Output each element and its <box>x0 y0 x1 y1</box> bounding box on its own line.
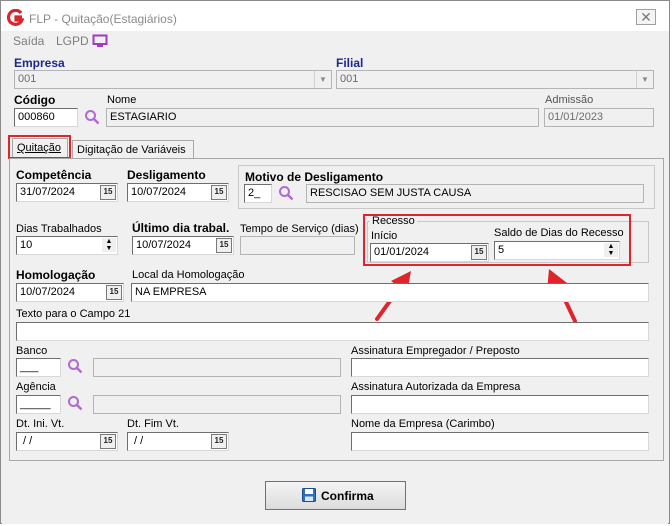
dias-trabalhados-field[interactable]: 10 ▲ ▼ <box>16 236 118 255</box>
local-homologacao-label: Local da Homologação <box>132 269 245 281</box>
search-icon[interactable] <box>67 395 83 411</box>
ultimo-dia-value: 10/07/2024 <box>136 239 192 251</box>
banco-value: ___ <box>20 361 39 373</box>
motivo-code-value: 2_ <box>248 187 261 199</box>
filial-combo[interactable]: 001 ▼ <box>336 70 654 89</box>
nome-empresa-carimbo-field[interactable] <box>351 432 649 451</box>
calendar-icon[interactable]: 15 <box>211 185 227 200</box>
calendar-icon[interactable]: 15 <box>100 434 116 449</box>
competencia-label: Competência <box>16 168 92 182</box>
empresa-label: Empresa <box>14 56 65 70</box>
empresa-value: 001 <box>18 73 37 85</box>
agencia-field[interactable]: _____ <box>16 395 61 414</box>
dt-fim-vt-value: / / <box>131 435 144 447</box>
dt-fim-vt-field[interactable]: / / 15 <box>127 432 229 451</box>
competencia-value: 31/07/2024 <box>20 186 76 198</box>
filial-label: Filial <box>336 56 364 70</box>
codigo-value: 000860 <box>18 111 55 123</box>
nome-value: ESTAGIARIO <box>110 111 177 123</box>
ultimo-dia-label: Último dia trabal. <box>132 221 230 235</box>
local-homologacao-value: NA EMPRESA <box>135 286 207 298</box>
agencia-desc-field <box>93 395 341 414</box>
dias-trabalhados-label: Dias Trabalhados <box>16 223 102 235</box>
nome-label: Nome <box>107 94 137 106</box>
floppy-icon <box>302 488 316 502</box>
spinner[interactable]: ▲ ▼ <box>102 238 116 253</box>
calendar-icon[interactable]: 15 <box>100 185 116 200</box>
menu-item-lgpd[interactable]: LGPD <box>56 34 89 48</box>
tab-digitacao-label: Digitação de Variáveis <box>77 144 186 156</box>
texto-campo21-field[interactable] <box>16 322 649 341</box>
filial-value: 001 <box>340 73 359 85</box>
spin-down-icon[interactable]: ▼ <box>102 245 116 252</box>
homologacao-field[interactable]: 10/07/2024 15 <box>16 283 124 302</box>
ass-autorizada-field[interactable] <box>351 395 649 414</box>
dt-ini-vt-field[interactable]: / / 15 <box>16 432 118 451</box>
tempo-servico-field <box>240 236 355 255</box>
confirma-button[interactable]: Confirma <box>265 481 406 510</box>
desligamento-value: 10/07/2024 <box>131 186 187 198</box>
spin-up-icon[interactable]: ▲ <box>102 238 116 245</box>
ultimo-dia-field[interactable]: 10/07/2024 15 <box>132 236 234 255</box>
chevron-down-icon[interactable]: ▼ <box>636 71 653 88</box>
dt-fim-vt-label: Dt. Fim Vt. <box>127 418 179 430</box>
calendar-icon[interactable]: 15 <box>211 434 227 449</box>
codigo-field[interactable]: 000860 <box>14 108 78 127</box>
calendar-icon[interactable]: 15 <box>216 238 232 253</box>
monitor-icon[interactable] <box>92 34 108 48</box>
highlight-tab-quitacao <box>8 135 71 159</box>
desligamento-label: Desligamento <box>127 168 206 182</box>
banco-field[interactable]: ___ <box>16 358 61 377</box>
homologacao-label: Homologação <box>16 268 96 282</box>
nome-empresa-carimbo-label: Nome da Empresa (Carimbo) <box>351 418 495 430</box>
dias-trabalhados-value: 10 <box>20 239 33 251</box>
motivo-code-field[interactable]: 2_ <box>244 184 272 203</box>
search-icon[interactable] <box>278 185 294 201</box>
motivo-desc-field: RESCISAO SEM JUSTA CAUSA <box>306 184 644 203</box>
empresa-combo[interactable]: 001 ▼ <box>14 70 332 89</box>
main-window: FLP - Quitação(Estagiários) ✕ Saída LGPD… <box>0 0 670 524</box>
homologacao-value: 10/07/2024 <box>20 286 76 298</box>
tab-digitacao-variaveis[interactable]: Digitação de Variáveis <box>72 140 194 160</box>
desligamento-field[interactable]: 10/07/2024 15 <box>127 183 229 202</box>
search-icon[interactable] <box>84 109 100 125</box>
dt-ini-vt-label: Dt. Ini. Vt. <box>16 418 65 430</box>
agencia-value: _____ <box>20 398 51 410</box>
admissao-label: Admissão <box>545 94 594 106</box>
ass-autorizada-label: Assinatura Autorizada da Empresa <box>351 381 521 393</box>
texto-campo21-label: Texto para o Campo 21 <box>16 308 131 320</box>
tempo-servico-label: Tempo de Serviço (dias) <box>240 223 359 235</box>
app-logo-icon <box>7 9 24 26</box>
banco-desc-field <box>93 358 341 377</box>
ass-empregador-field[interactable] <box>351 358 649 377</box>
agencia-label: Agência <box>16 381 56 393</box>
highlight-recesso <box>363 214 631 266</box>
codigo-label: Código <box>14 93 56 107</box>
admissao-value: 01/01/2023 <box>548 111 604 123</box>
ass-empregador-label: Assinatura Empregador / Preposto <box>351 345 520 357</box>
menu-item-saida[interactable]: Saída <box>13 34 44 48</box>
close-button[interactable]: ✕ <box>636 9 656 25</box>
motivo-desc-value: RESCISAO SEM JUSTA CAUSA <box>310 187 472 199</box>
chevron-down-icon[interactable]: ▼ <box>314 71 331 88</box>
nome-field: ESTAGIARIO <box>106 108 539 127</box>
status-bar <box>2 519 668 524</box>
competencia-field[interactable]: 31/07/2024 15 <box>16 183 118 202</box>
search-icon[interactable] <box>67 358 83 374</box>
confirma-label: Confirma <box>321 489 374 503</box>
calendar-icon[interactable]: 15 <box>106 285 122 300</box>
local-homologacao-field[interactable]: NA EMPRESA <box>131 283 649 302</box>
motivo-label: Motivo de Desligamento <box>245 170 384 184</box>
banco-label: Banco <box>16 345 48 357</box>
title-bar: FLP - Quitação(Estagiários) ✕ <box>1 1 669 31</box>
dt-ini-vt-value: / / <box>20 435 33 447</box>
admissao-field: 01/01/2023 <box>544 108 654 127</box>
window-title: FLP - Quitação(Estagiários) <box>29 12 177 26</box>
